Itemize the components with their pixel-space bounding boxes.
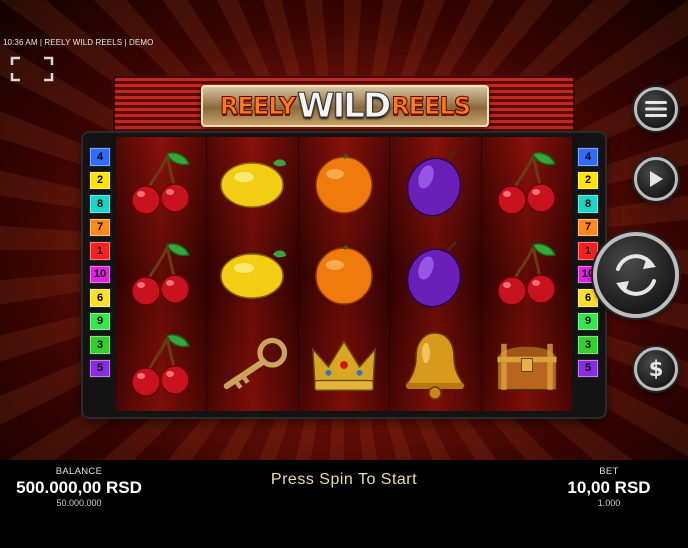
cherry-icon — [126, 143, 196, 223]
logo-text-right: REELS — [391, 92, 472, 121]
payline-indicators-left: 4 2 8 7 1 10 6 9 3 5 — [89, 147, 111, 378]
autoplay-button[interactable] — [634, 157, 678, 201]
spin-arrows-icon — [616, 254, 656, 296]
balance-label: BALANCE — [55, 466, 103, 477]
payline-right-1: 4 — [577, 147, 599, 167]
payline-left-5: 1 — [89, 241, 111, 261]
cherry-icon — [492, 234, 562, 314]
payline-left-4: 7 — [89, 217, 111, 237]
balance-value: 500.000,00 RSD — [16, 478, 142, 497]
reel-5 — [481, 137, 573, 411]
bottom-bar: BALANCE 500.000,00 RSD 50.000.000 Press … — [0, 460, 688, 548]
play-icon — [650, 171, 663, 187]
lemon-icon — [218, 143, 288, 223]
cherry-icon — [126, 234, 196, 314]
logo-text-wild: WILD — [297, 86, 392, 127]
orange-icon — [309, 143, 379, 223]
plum-icon — [400, 143, 470, 223]
reel-4 — [390, 137, 482, 411]
payline-left-7: 6 — [89, 288, 111, 308]
payline-left-10: 5 — [89, 358, 111, 378]
game-logo: REELY WILD REELS — [201, 85, 489, 127]
chest-icon — [492, 325, 562, 405]
orange-icon — [309, 234, 379, 314]
menu-icon — [645, 101, 667, 117]
payline-left-1: 4 — [89, 147, 111, 167]
payline-right-9: 3 — [577, 335, 599, 355]
cherry-icon — [492, 143, 562, 223]
game-background: 10:36 AM | REELY WILD REELS | DEMO REELY… — [0, 0, 688, 460]
reel-3 — [298, 137, 391, 411]
plum-icon — [400, 234, 470, 314]
window-info-text: 10:36 AM | REELY WILD REELS | DEMO — [3, 38, 154, 47]
payline-right-10: 5 — [577, 358, 599, 378]
payline-right-3: 8 — [577, 194, 599, 214]
bet-value: 10,00 RSD — [567, 478, 651, 497]
bet-label: BET — [599, 466, 619, 477]
cherry-icon — [126, 325, 196, 405]
reel-1 — [116, 137, 208, 411]
fullscreen-icon[interactable] — [10, 56, 54, 82]
payline-right-8: 9 — [577, 311, 599, 331]
key-icon — [218, 325, 288, 405]
payline-left-3: 8 — [89, 194, 111, 214]
status-message: Press Spin To Start — [270, 471, 418, 488]
dollar-icon: $ — [649, 357, 664, 381]
reel-window — [116, 137, 573, 411]
payline-right-2: 2 — [577, 170, 599, 190]
spin-button[interactable] — [593, 232, 679, 318]
svg-text:$: $ — [649, 357, 664, 381]
bet-settings-button[interactable]: $ — [634, 347, 678, 391]
reel-2 — [207, 137, 299, 411]
payline-right-4: 7 — [577, 217, 599, 237]
menu-button[interactable] — [634, 87, 678, 131]
bell-icon — [400, 325, 470, 405]
bet-display[interactable]: BET 10,00 RSD 1.000 — [530, 466, 688, 508]
bet-credits: 1.000 — [597, 498, 621, 508]
crown-icon — [309, 325, 379, 405]
payline-left-6: 10 — [89, 264, 111, 284]
lemon-icon — [218, 234, 288, 314]
payline-left-2: 2 — [89, 170, 111, 190]
payline-left-8: 9 — [89, 311, 111, 331]
logo-text-left: REELY — [219, 92, 296, 121]
balance-credits: 50.000.000 — [56, 498, 102, 508]
payline-left-9: 3 — [89, 335, 111, 355]
balance-display: BALANCE 500.000,00 RSD 50.000.000 — [0, 466, 158, 508]
